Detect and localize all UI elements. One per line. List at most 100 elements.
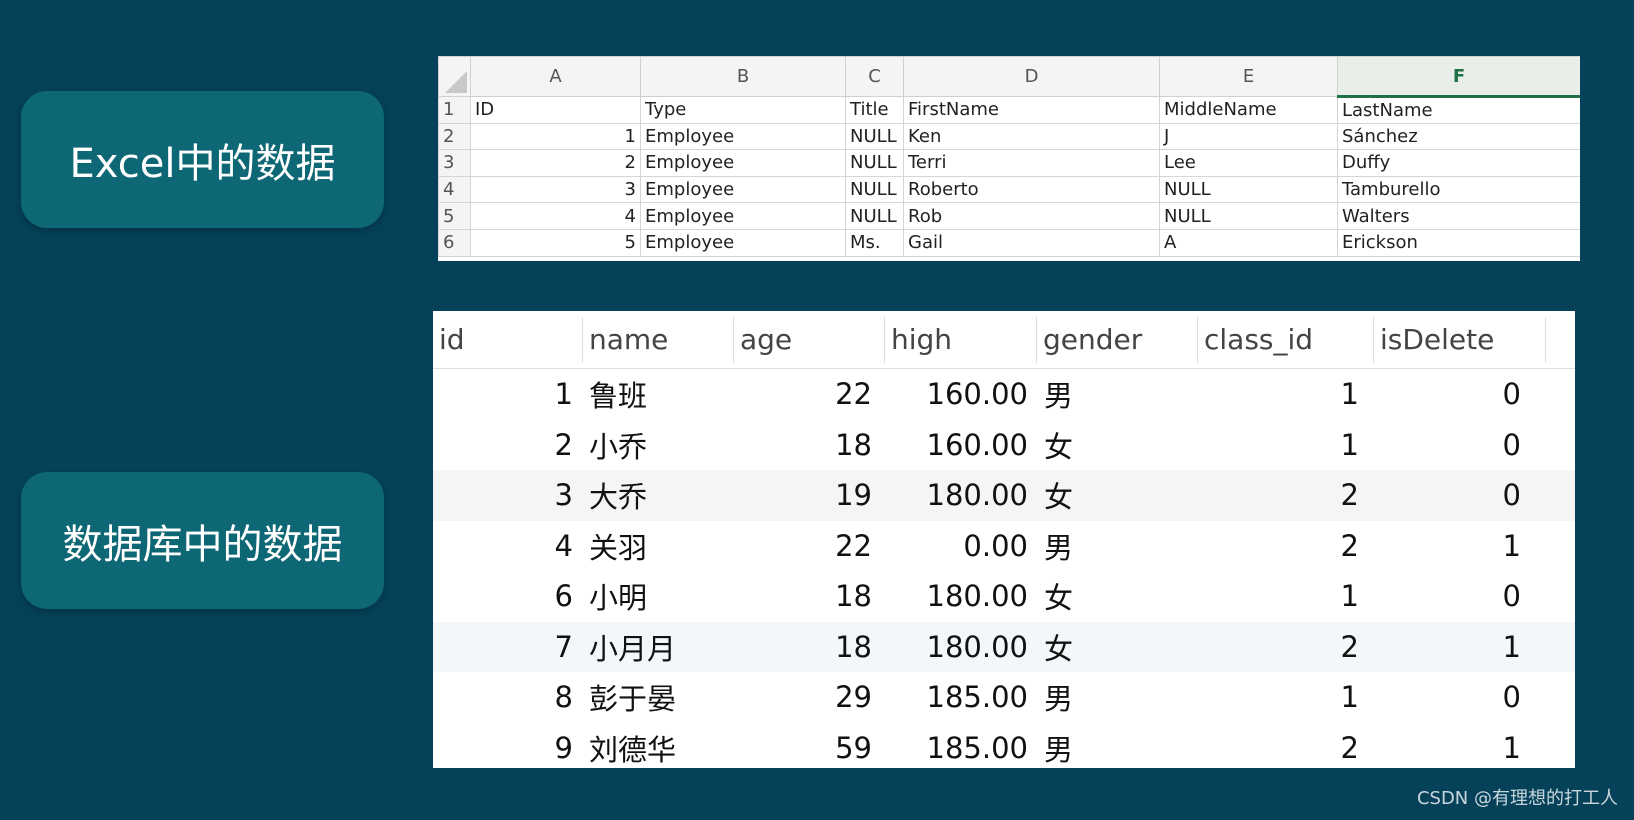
cell[interactable]: 4: [470, 202, 641, 230]
cell-high[interactable]: 185.00: [880, 731, 1036, 765]
cell-id[interactable]: 2: [433, 428, 583, 462]
cell-id[interactable]: 7: [433, 630, 583, 664]
cell-gender[interactable]: 女: [1036, 626, 1196, 668]
cell-age[interactable]: 29: [734, 680, 880, 714]
column-header-a[interactable]: A: [470, 56, 641, 97]
column-header-class-id[interactable]: class_id: [1198, 316, 1374, 363]
cell-age[interactable]: 59: [734, 731, 880, 765]
cell[interactable]: NULL: [845, 175, 904, 204]
cell-gender[interactable]: 男: [1036, 525, 1196, 567]
cell[interactable]: ID: [470, 96, 641, 124]
cell[interactable]: Walters: [1337, 202, 1580, 230]
cell-is-delete[interactable]: 1: [1373, 731, 1545, 765]
cell-name[interactable]: 大乔: [583, 474, 734, 516]
cell[interactable]: J: [1159, 122, 1338, 151]
column-header-id[interactable]: id: [433, 316, 583, 363]
column-header-c[interactable]: C: [845, 56, 904, 97]
cell[interactable]: Rob: [903, 202, 1160, 230]
cell-is-delete[interactable]: 1: [1373, 630, 1545, 664]
cell[interactable]: Sánchez: [1337, 122, 1580, 151]
cell-age[interactable]: 18: [734, 428, 880, 462]
cell-name[interactable]: 小明: [583, 575, 734, 617]
column-header-f[interactable]: F: [1337, 56, 1580, 98]
cell-high[interactable]: 180.00: [880, 630, 1036, 664]
cell-age[interactable]: 22: [734, 529, 880, 563]
column-header-name[interactable]: name: [583, 316, 734, 363]
cell-name[interactable]: 关羽: [583, 525, 734, 567]
row-number[interactable]: 6: [438, 228, 471, 257]
cell-id[interactable]: 1: [433, 377, 583, 411]
cell-id[interactable]: 4: [433, 529, 583, 563]
cell[interactable]: NULL: [845, 149, 904, 177]
cell[interactable]: Employee: [640, 228, 846, 257]
row-number[interactable]: 4: [438, 175, 471, 204]
select-all-corner[interactable]: [438, 56, 471, 97]
cell-name[interactable]: 刘德华: [583, 727, 734, 768]
table-row[interactable]: 3 大乔 19 180.00 女 2 0: [433, 470, 1575, 521]
cell-name[interactable]: 鲁班: [583, 373, 734, 415]
column-header-b[interactable]: B: [640, 56, 846, 97]
column-header-d[interactable]: D: [903, 56, 1160, 97]
column-header-is-delete[interactable]: isDelete: [1374, 316, 1546, 363]
cell-gender[interactable]: 男: [1036, 727, 1196, 768]
cell[interactable]: A: [1159, 228, 1338, 257]
cell-class-id[interactable]: 1: [1196, 680, 1373, 714]
table-row[interactable]: 8 彭于晏 29 185.00 男 1 0: [433, 672, 1575, 723]
cell[interactable]: NULL: [845, 122, 904, 151]
column-header-high[interactable]: high: [885, 316, 1037, 363]
cell[interactable]: Duffy: [1337, 149, 1580, 177]
cell-age[interactable]: 18: [734, 579, 880, 613]
cell[interactable]: NULL: [845, 202, 904, 230]
cell-is-delete[interactable]: 0: [1373, 680, 1545, 714]
cell[interactable]: Ken: [903, 122, 1160, 151]
cell-high[interactable]: 160.00: [880, 428, 1036, 462]
table-row[interactable]: 7 小月月 18 180.00 女 2 1: [433, 621, 1575, 672]
cell-gender[interactable]: 男: [1036, 676, 1196, 718]
cell-gender[interactable]: 女: [1036, 424, 1196, 466]
row-number[interactable]: 5: [438, 202, 471, 230]
table-row[interactable]: 4 关羽 22 0.00 男 2 1: [433, 521, 1575, 572]
cell-class-id[interactable]: 2: [1196, 731, 1373, 765]
row-number[interactable]: 2: [438, 122, 471, 151]
cell-id[interactable]: 3: [433, 478, 583, 512]
cell[interactable]: 5: [470, 228, 641, 257]
cell-name[interactable]: 彭于晏: [583, 676, 734, 718]
cell-is-delete[interactable]: 0: [1373, 579, 1545, 613]
cell-class-id[interactable]: 2: [1196, 478, 1373, 512]
table-row[interactable]: 9 刘德华 59 185.00 男 2 1: [433, 723, 1575, 769]
cell[interactable]: Employee: [640, 175, 846, 204]
cell-id[interactable]: 8: [433, 680, 583, 714]
cell[interactable]: Terri: [903, 149, 1160, 177]
cell[interactable]: Roberto: [903, 175, 1160, 204]
cell-high[interactable]: 180.00: [880, 478, 1036, 512]
table-row[interactable]: 2 小乔 18 160.00 女 1 0: [433, 420, 1575, 471]
cell[interactable]: NULL: [1159, 175, 1338, 204]
cell[interactable]: LastName: [1337, 96, 1580, 124]
cell-is-delete[interactable]: 0: [1373, 428, 1545, 462]
cell-age[interactable]: 19: [734, 478, 880, 512]
cell[interactable]: NULL: [1159, 202, 1338, 230]
cell[interactable]: Employee: [640, 149, 846, 177]
cell-high[interactable]: 0.00: [880, 529, 1036, 563]
cell[interactable]: Employee: [640, 122, 846, 151]
row-number[interactable]: 3: [438, 149, 471, 177]
cell-class-id[interactable]: 2: [1196, 630, 1373, 664]
cell-high[interactable]: 185.00: [880, 680, 1036, 714]
cell[interactable]: Lee: [1159, 149, 1338, 177]
cell-id[interactable]: 6: [433, 579, 583, 613]
table-row[interactable]: 6 小明 18 180.00 女 1 0: [433, 571, 1575, 622]
cell[interactable]: Employee: [640, 202, 846, 230]
cell[interactable]: 3: [470, 175, 641, 204]
cell-class-id[interactable]: 1: [1196, 428, 1373, 462]
cell[interactable]: 2: [470, 149, 641, 177]
cell[interactable]: Title: [845, 96, 904, 124]
cell[interactable]: Tamburello: [1337, 175, 1580, 204]
cell-age[interactable]: 18: [734, 630, 880, 664]
cell-class-id[interactable]: 2: [1196, 529, 1373, 563]
cell-gender[interactable]: 女: [1036, 474, 1196, 516]
cell-class-id[interactable]: 1: [1196, 377, 1373, 411]
row-number[interactable]: 1: [438, 96, 471, 124]
cell[interactable]: FirstName: [903, 96, 1160, 124]
cell-high[interactable]: 180.00: [880, 579, 1036, 613]
cell[interactable]: Type: [640, 96, 846, 124]
